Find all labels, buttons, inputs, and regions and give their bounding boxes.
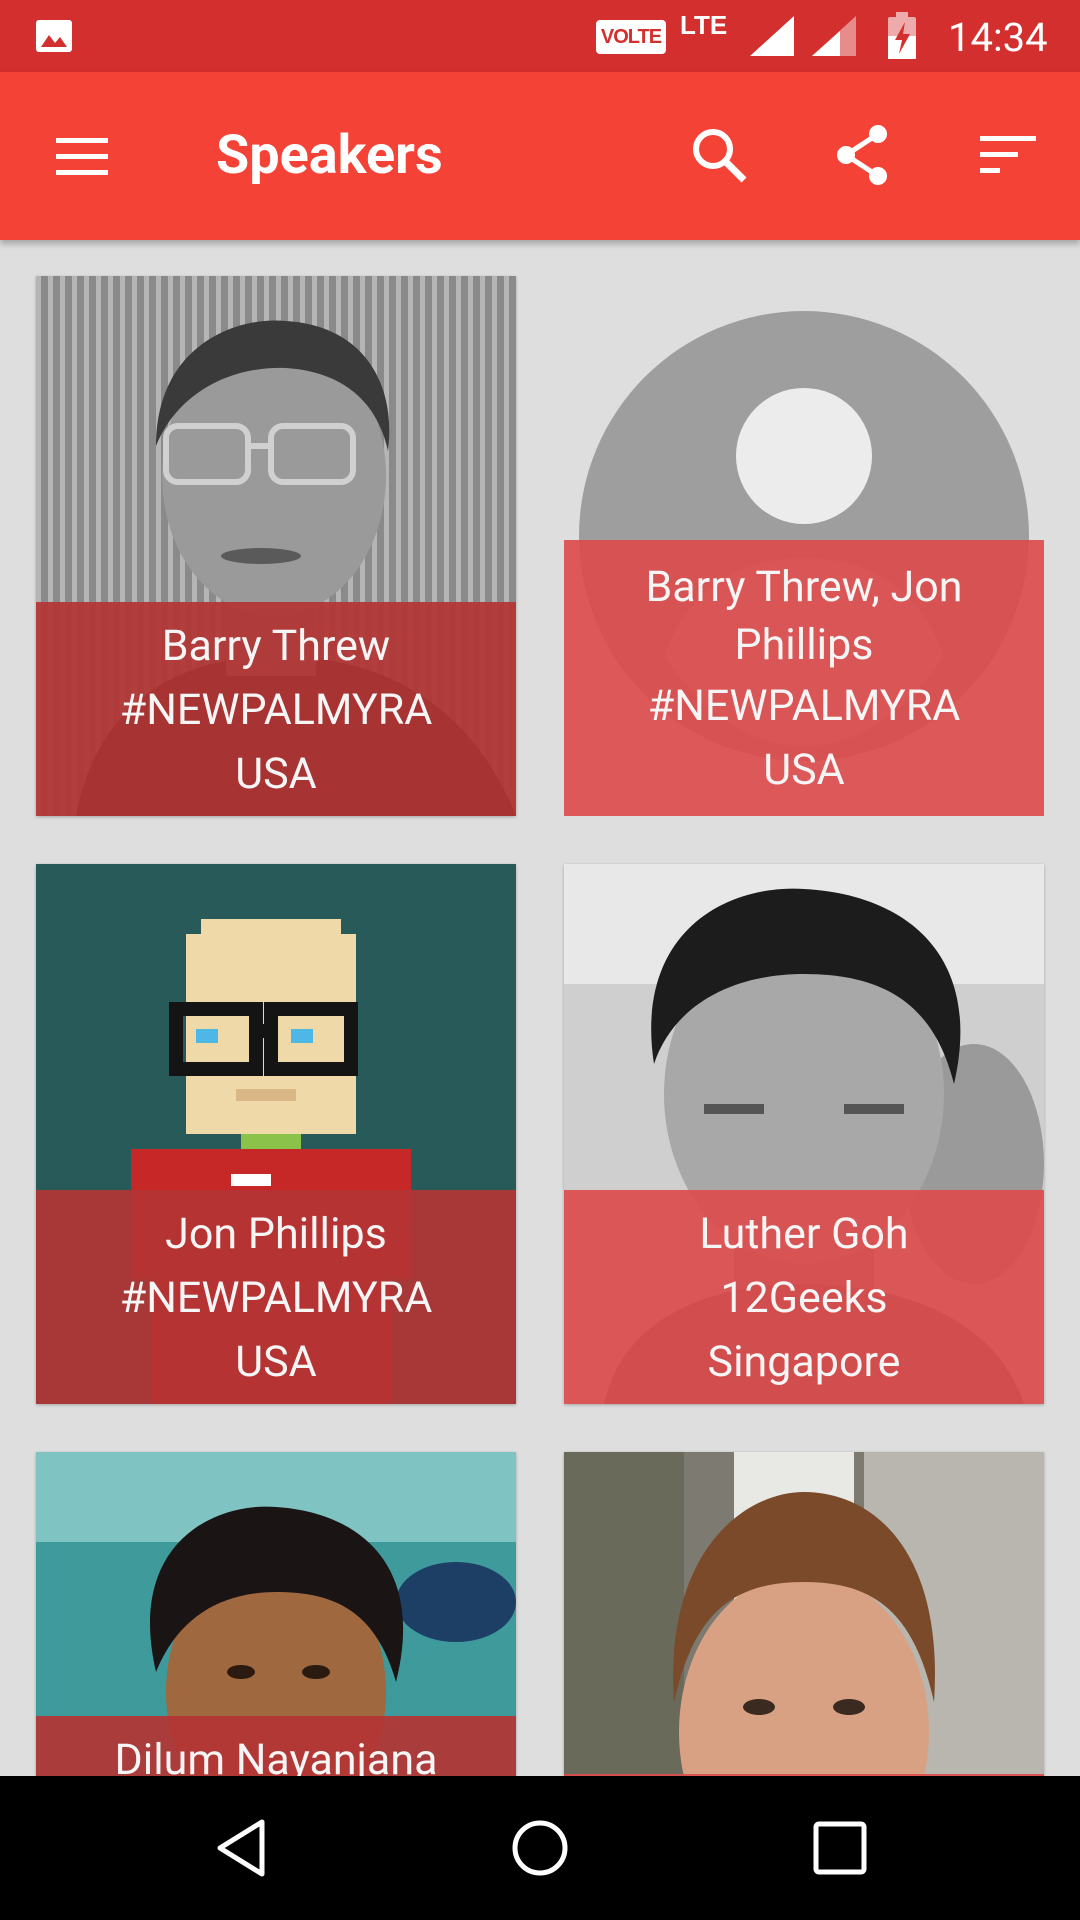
speaker-name-line1: Barry Threw, Jon: [645, 562, 963, 612]
network-type: LTE: [680, 10, 728, 40]
speaker-country: USA: [763, 745, 845, 795]
signal-strength-icon: [750, 16, 794, 56]
speaker-card[interactable]: Luther Goh 12Geeks Singapore: [564, 864, 1044, 1404]
share-icon[interactable]: [830, 122, 896, 188]
speaker-card[interactable]: Barry Threw #NEWPALMYRA USA: [36, 276, 516, 816]
sort-icon[interactable]: [976, 122, 1042, 188]
speaker-caption: Barry Threw, Jon Phillips #NEWPALMYRA US…: [564, 540, 1044, 816]
speakers-grid: Barry Threw #NEWPALMYRA USA Barry Threw,…: [0, 240, 1080, 1776]
speaker-caption: Jon Phillips #NEWPALMYRA USA: [36, 1190, 516, 1404]
speaker-caption: Dilum Nayanjana: [36, 1716, 516, 1776]
speaker-card[interactable]: Jon Phillips #NEWPALMYRA USA: [36, 864, 516, 1404]
speaker-organization: 12Geeks: [720, 1273, 888, 1323]
speaker-organization: #NEWPALMYRA: [647, 681, 961, 731]
status-bar: VOLTE LTE 14:34: [0, 0, 1080, 72]
app-bar: Speakers: [0, 72, 1080, 240]
speaker-country: Singapore: [707, 1337, 901, 1387]
speaker-name-line2: Phillips: [734, 620, 874, 670]
back-icon[interactable]: [206, 1812, 278, 1884]
speaker-name: Barry Threw: [161, 621, 391, 671]
page-title: Speakers: [216, 124, 443, 187]
speaker-name: Luther Goh: [699, 1209, 909, 1259]
navigation-bar: [0, 1776, 1080, 1920]
speaker-organization: #NEWPALMYRA: [119, 1273, 433, 1323]
speaker-country: USA: [235, 749, 317, 799]
speaker-caption: Barry Threw #NEWPALMYRA USA: [36, 602, 516, 816]
home-icon[interactable]: [504, 1812, 576, 1884]
battery-charging-icon: [888, 12, 916, 59]
speaker-country: USA: [235, 1337, 317, 1387]
clock: 14:34: [948, 14, 1048, 61]
speaker-name: Dilum Nayanjana: [114, 1735, 438, 1776]
speaker-organization: #NEWPALMYRA: [119, 685, 433, 735]
speaker-card[interactable]: [564, 1452, 1044, 1776]
signal-strength-secondary-icon: [812, 16, 856, 56]
speaker-name: Jon Phillips: [165, 1209, 387, 1259]
search-icon[interactable]: [686, 122, 752, 188]
speaker-photo: [564, 1452, 1044, 1776]
recents-icon[interactable]: [804, 1812, 876, 1884]
gallery-notification-icon: [36, 20, 72, 52]
speaker-caption: Luther Goh 12Geeks Singapore: [564, 1190, 1044, 1404]
volte-indicator: VOLTE: [596, 20, 666, 54]
speaker-card[interactable]: Barry Threw, Jon Phillips #NEWPALMYRA US…: [564, 276, 1044, 816]
speaker-card[interactable]: Dilum Nayanjana: [36, 1452, 516, 1776]
menu-icon[interactable]: [50, 124, 114, 188]
